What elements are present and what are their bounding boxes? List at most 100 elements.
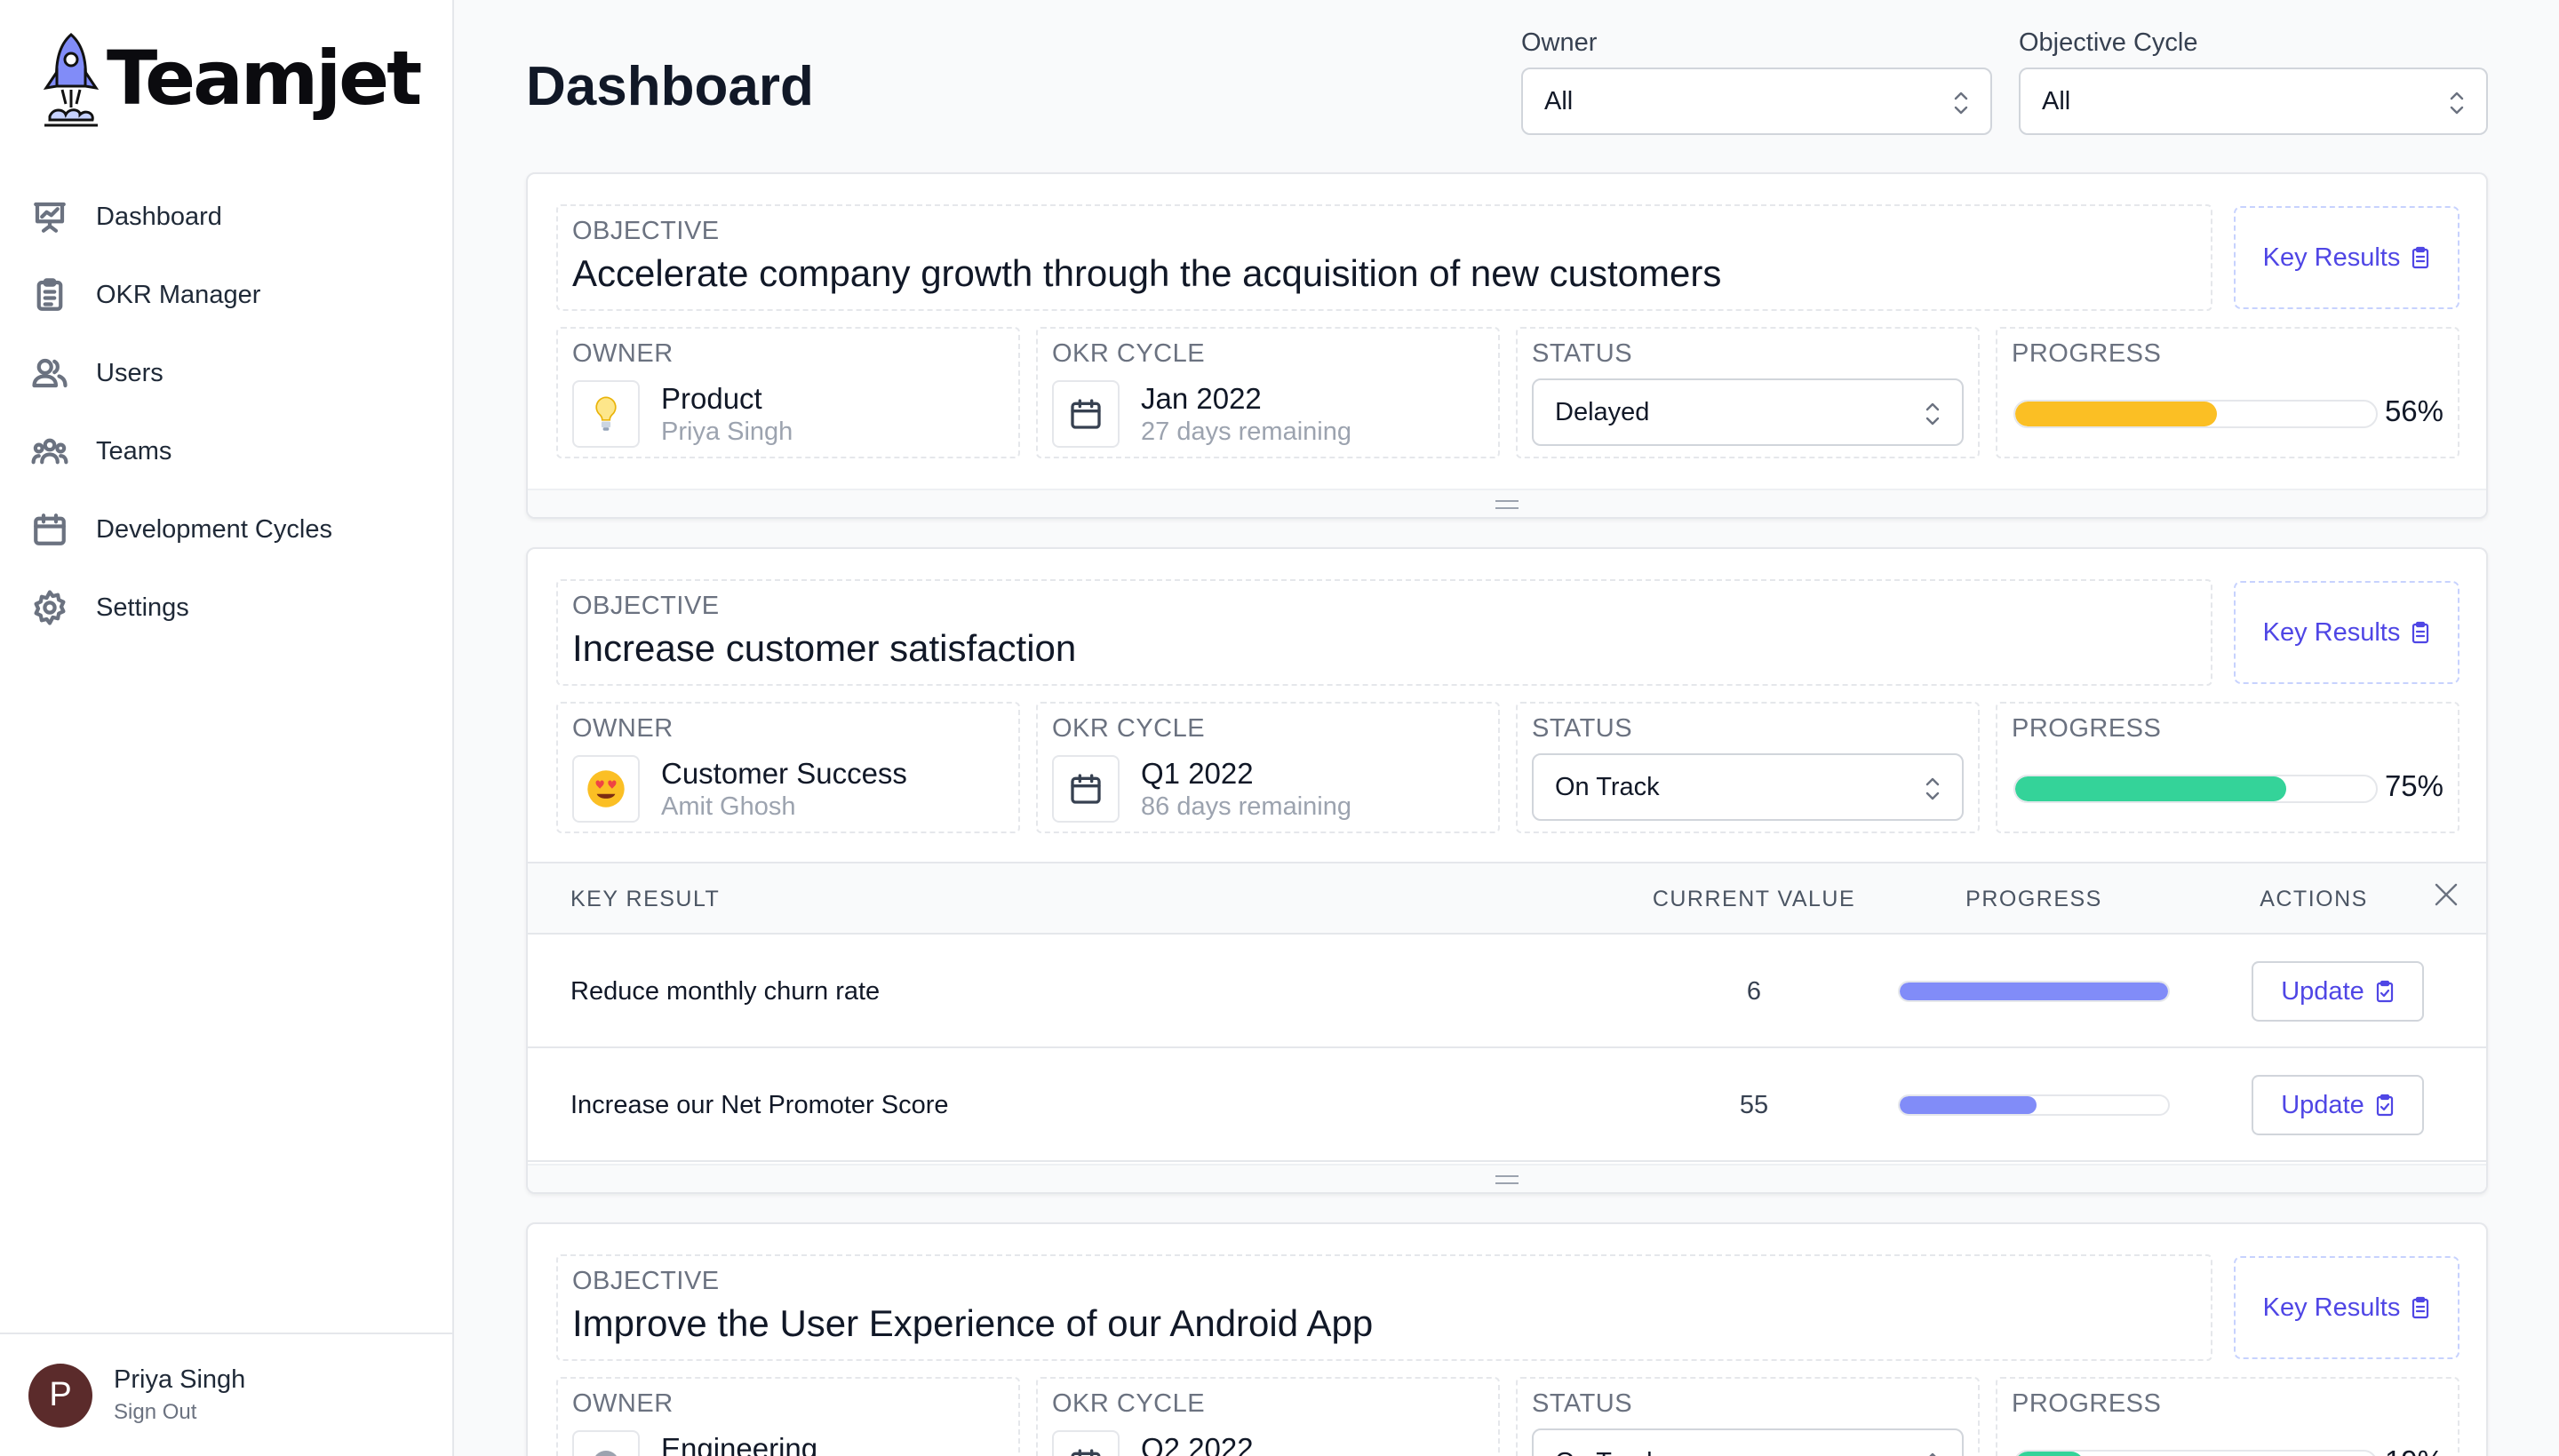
key-results-label: Key Results (2262, 1293, 2401, 1322)
key-results-label: Key Results (2262, 617, 2401, 647)
sidebar-item-okr-manager[interactable]: OKR Manager (27, 256, 426, 334)
owner-filter-label: Owner (1521, 28, 1598, 57)
table-row: Reduce monthly churn rate 6 Update (528, 935, 2486, 1048)
page-title: Dashboard (526, 56, 814, 117)
progress-label: PROGRESS (2012, 714, 2162, 743)
sidebar-item-dashboard[interactable]: Dashboard (27, 178, 426, 256)
teamjet-logo[interactable]: Teamjet (41, 30, 422, 133)
gear-icon (30, 588, 69, 627)
calendar-icon (30, 510, 69, 549)
presentation-chart-icon (30, 197, 69, 236)
chevron-up-down-icon (1951, 87, 1971, 119)
chevron-up-down-icon (2447, 87, 2467, 119)
user-name: Priya Singh (114, 1365, 246, 1394)
clipboard-icon (2376, 980, 2393, 1003)
key-result-progress-fill (1900, 983, 2168, 1000)
owner-filter-select[interactable]: All (1521, 68, 1992, 135)
progress-percent: 19% (2385, 1444, 2443, 1456)
progress-bar (2013, 1450, 2378, 1456)
progress-fill (2015, 1452, 2085, 1456)
rocket-icon (43, 33, 100, 127)
okr-cycle-value: Jan 2022 (1141, 382, 1262, 415)
status-label: STATUS (1532, 1389, 1633, 1418)
progress-fill (2015, 776, 2286, 801)
clipboard-icon (2412, 1296, 2429, 1319)
owner-label: OWNER (572, 714, 674, 743)
key-results-table-header: KEY RESULT CURRENT VALUE PROGRESS ACTION… (528, 862, 2486, 935)
progress-label: PROGRESS (2012, 1389, 2162, 1418)
sign-out-link[interactable]: Sign Out (114, 1400, 245, 1425)
calendar-icon (1052, 755, 1120, 823)
owner-person: Amit Ghosh (661, 792, 796, 821)
progress-box: PROGRESS 19% (1996, 1377, 2459, 1456)
sidebar-item-teams[interactable]: Teams (27, 412, 426, 490)
objective-box: OBJECTIVE Increase customer satisfaction (556, 579, 2212, 686)
progress-percent: 56% (2384, 394, 2443, 427)
sidebar-item-development-cycles[interactable]: Development Cycles (27, 490, 426, 569)
owner-label: OWNER (572, 339, 674, 368)
update-button[interactable]: Update (2252, 961, 2424, 1022)
sidebar-item-users[interactable]: Users (27, 334, 426, 412)
objective-box: OBJECTIVE Improve the User Experience of… (556, 1254, 2212, 1361)
logo-text: Teamjet (107, 35, 422, 122)
drag-handle-icon (1495, 1175, 1519, 1184)
sidebar-item-label: Dashboard (96, 202, 222, 231)
expand-handle[interactable] (528, 489, 2486, 517)
key-results-button[interactable]: Key Results (2234, 1256, 2459, 1359)
chevron-up-down-icon (1923, 1448, 1942, 1456)
col-actions: ACTIONS (2260, 887, 2368, 911)
owner-box: OWNER Engineering (556, 1377, 1020, 1456)
owner-label: OWNER (572, 1389, 674, 1418)
cycle-filter-label: Objective Cycle (2019, 28, 2198, 57)
sidebar-nav: Dashboard OKR Manager Users Teams Develo… (27, 178, 426, 647)
owner-box: OWNER Product Priya Singh (556, 327, 1020, 458)
objective-card: OBJECTIVE Increase customer satisfaction… (526, 547, 2488, 1194)
update-button[interactable]: Update (2252, 1075, 2424, 1135)
objective-title: Increase customer satisfaction (572, 627, 1077, 669)
okr-cycle-box: OKR CYCLE Jan 2022 27 days remaining (1036, 327, 1500, 458)
okr-cycle-label: OKR CYCLE (1052, 714, 1206, 743)
lightbulb-icon (572, 380, 640, 448)
expand-handle[interactable] (528, 1164, 2486, 1192)
owner-person: Priya Singh (661, 418, 793, 446)
key-result-name: Increase our Net Promoter Score (570, 1091, 949, 1119)
cycle-filter-select[interactable]: All (2019, 68, 2488, 135)
status-value: Delayed (1555, 397, 1650, 426)
chevron-up-down-icon (1923, 398, 1942, 437)
key-results-button[interactable]: Key Results (2234, 581, 2459, 684)
status-value: On Track (1555, 772, 1660, 801)
sidebar: Teamjet Dashboard OKR Manager Users Team… (0, 0, 454, 1456)
calendar-icon (1052, 380, 1120, 448)
close-icon[interactable] (2433, 881, 2459, 908)
progress-fill (2015, 402, 2218, 426)
cycle-filter-value: All (2042, 86, 2071, 115)
owner-box: OWNER Customer Success Amit Ghosh (556, 702, 1020, 833)
objective-label: OBJECTIVE (572, 592, 720, 620)
drag-handle-icon (1495, 500, 1519, 509)
clipboard-icon (2376, 1094, 2393, 1117)
okr-cycle-box: OKR CYCLE Q1 2022 86 days remaining (1036, 702, 1500, 833)
objective-label: OBJECTIVE (572, 217, 720, 245)
clipboard-icon (2412, 621, 2429, 644)
status-select[interactable]: Delayed (1532, 378, 1964, 446)
col-current-value: CURRENT VALUE (1652, 887, 1856, 911)
status-select[interactable]: On Track (1532, 1428, 1964, 1456)
owner-team: Engineering (661, 1432, 818, 1456)
table-row: Increase our Net Promoter Score 55 Updat… (528, 1048, 2486, 1162)
avatar[interactable]: P (28, 1363, 92, 1428)
status-box: STATUS On Track (1516, 702, 1980, 833)
status-select[interactable]: On Track (1532, 753, 1964, 821)
owner-filter-value: All (1544, 86, 1574, 115)
key-result-progress-bar (1898, 1094, 2170, 1116)
okr-cycle-box: OKR CYCLE Q2 2022 (1036, 1377, 1500, 1456)
user-profile: P Priya Singh Sign Out (0, 1333, 452, 1456)
sidebar-item-settings[interactable]: Settings (27, 569, 426, 647)
key-results-button[interactable]: Key Results (2234, 206, 2459, 309)
progress-bar (2013, 775, 2378, 803)
clipboard-list-icon (30, 275, 69, 314)
sidebar-item-label: Settings (96, 593, 189, 622)
users-icon (30, 354, 69, 393)
key-result-progress-fill (1900, 1096, 2037, 1114)
objective-title: Improve the User Experience of our Andro… (572, 1302, 1374, 1344)
key-results-label: Key Results (2262, 243, 2401, 272)
